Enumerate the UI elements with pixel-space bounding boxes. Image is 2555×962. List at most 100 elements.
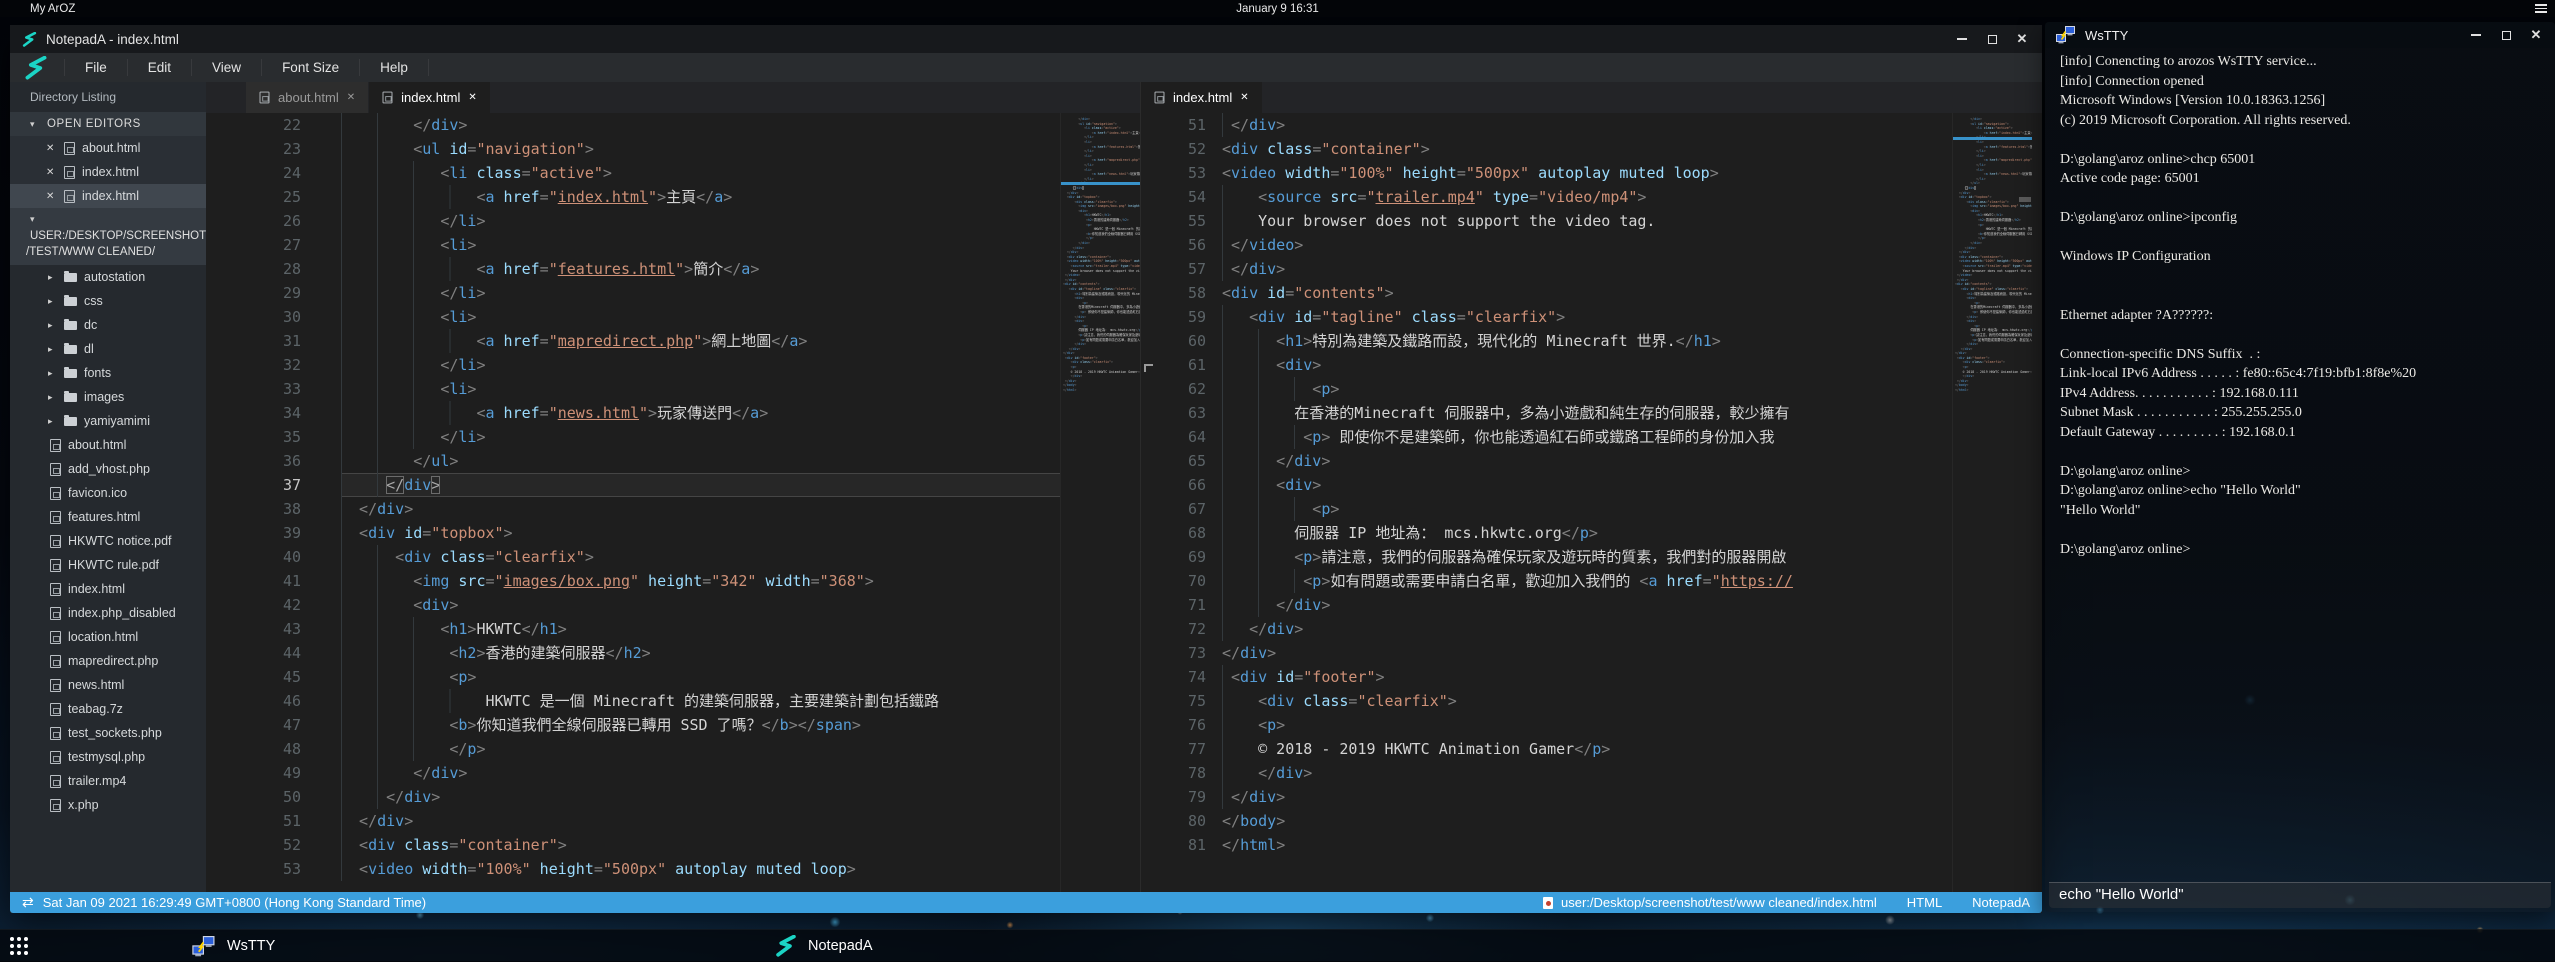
code-line[interactable]: <source src="trailer.mp4" type="video/mp… — [1222, 185, 2042, 209]
code-line[interactable]: </li> — [341, 209, 1140, 233]
code-line[interactable]: <h1>HKWTC</h1> — [341, 617, 1140, 641]
menu-font-size[interactable]: Font Size — [262, 59, 360, 76]
file-item[interactable]: favicon.ico — [10, 481, 206, 505]
code-editor[interactable]: </div><ul id="navigation"><li class="act… — [341, 113, 1140, 892]
minimize-button[interactable] — [2468, 27, 2484, 43]
hamburger-menu-icon[interactable] — [2535, 4, 2547, 15]
code-line[interactable]: </div> — [1222, 449, 2042, 473]
open-editors-section-header[interactable]: ▾ OPEN EDITORS — [10, 112, 206, 136]
open-editor-item[interactable]: ✕about.html — [10, 136, 206, 160]
code-line[interactable]: <a href="mapredirect.php">網上地圖</a> — [341, 329, 1140, 353]
file-item[interactable]: location.html — [10, 625, 206, 649]
editor-tab[interactable]: about.html✕ — [246, 82, 368, 113]
code-line[interactable]: </li> — [341, 353, 1140, 377]
code-line[interactable]: </body> — [1222, 809, 2042, 833]
code-line[interactable]: </div> — [341, 497, 1140, 521]
code-line[interactable]: <li> — [341, 377, 1140, 401]
code-line[interactable]: </p> — [341, 737, 1140, 761]
code-line[interactable]: </li> — [341, 281, 1140, 305]
code-line[interactable]: <b>你知道我們全線伺服器已轉用 SSD 了嗎？</b></span> — [341, 713, 1140, 737]
code-line[interactable]: </li> — [341, 425, 1140, 449]
folder-item[interactable]: ▸images — [10, 385, 206, 409]
code-line[interactable]: <div class="clearfix"> — [1222, 689, 2042, 713]
code-line[interactable]: <p>如有問題或需要申請白名單，歡迎加入我們的 <a href="https:/… — [1222, 569, 2042, 593]
code-line[interactable]: <div id="footer"> — [1222, 665, 2042, 689]
code-line[interactable]: </div> — [1222, 257, 2042, 281]
code-line[interactable]: <div> — [1222, 353, 2042, 377]
code-line[interactable]: <li> — [341, 305, 1140, 329]
code-line[interactable]: <div class="clearfix"> — [341, 545, 1140, 569]
close-editor-icon[interactable]: ✕ — [46, 143, 57, 154]
code-line[interactable]: © 2018 - 2019 HKWTC Animation Gamer</p> — [1222, 737, 2042, 761]
editor-tab[interactable]: index.html✕ — [369, 82, 490, 113]
code-line[interactable]: <video width="100%" height="500px" autop… — [1222, 161, 2042, 185]
statusbar-language[interactable]: HTML — [1907, 895, 1942, 910]
code-line[interactable]: </ul> — [341, 449, 1140, 473]
folder-item[interactable]: ▸fonts — [10, 361, 206, 385]
code-line[interactable]: <div id="topbox"> — [341, 521, 1140, 545]
code-line[interactable]: <div class="container"> — [341, 833, 1140, 857]
code-line[interactable]: 伺服器 IP 地址為： mcs.hkwtc.org</p> — [1222, 521, 2042, 545]
code-line[interactable]: <p> — [1222, 497, 2042, 521]
file-item[interactable]: index.php_disabled — [10, 601, 206, 625]
code-line[interactable]: 在香港的Minecraft 伺服器中，多為小遊戲和純生存的伺服器，較少擁有 — [1222, 401, 2042, 425]
close-tab-icon[interactable]: ✕ — [1240, 92, 1248, 103]
file-item[interactable]: about.html — [10, 433, 206, 457]
folder-item[interactable]: ▸autostation — [10, 265, 206, 289]
code-line[interactable]: </video> — [1222, 233, 2042, 257]
open-editor-item[interactable]: ✕index.html — [10, 184, 206, 208]
editor-tab[interactable]: index.html✕ — [1141, 82, 1262, 113]
system-menu-label[interactable]: My ArOZ — [30, 3, 75, 15]
workspace-section-header[interactable]: ▾ USER:/DESKTOP/SCREENSHOT /TEST/WWW CLE… — [10, 208, 206, 265]
code-line[interactable]: </div> — [341, 785, 1140, 809]
code-line[interactable]: </div> — [341, 809, 1140, 833]
folder-item[interactable]: ▸yamiyamimi — [10, 409, 206, 433]
folder-item[interactable]: ▸dc — [10, 313, 206, 337]
menu-file[interactable]: File — [64, 59, 128, 76]
file-item[interactable]: HKWTC rule.pdf — [10, 553, 206, 577]
code-line[interactable]: <p> — [1222, 713, 2042, 737]
code-line[interactable]: </div> — [341, 113, 1140, 137]
code-line[interactable]: <div> — [1222, 473, 2042, 497]
code-line[interactable]: </div> — [1222, 113, 2042, 137]
code-line[interactable]: </div> — [1222, 785, 2042, 809]
file-item[interactable]: x.php — [10, 793, 206, 817]
vertical-scrollbar[interactable] — [2032, 113, 2042, 892]
code-line[interactable]: </div> — [1222, 617, 2042, 641]
close-tab-icon[interactable]: ✕ — [347, 92, 355, 103]
taskbar-item-wstty[interactable]: WsTTY — [192, 930, 275, 962]
code-line[interactable]: <div id="tagline" class="clearfix"> — [1222, 305, 2042, 329]
folder-item[interactable]: ▸css — [10, 289, 206, 313]
terminal-output[interactable]: [info] Conencting to arozos WsTTY servic… — [2060, 52, 2547, 870]
close-tab-icon[interactable]: ✕ — [468, 92, 476, 103]
file-item[interactable]: test_sockets.php — [10, 721, 206, 745]
code-line[interactable]: <p> 即使你不是建築師，你也能透過紅石師或鐵路工程師的身份加入我 — [1222, 425, 2042, 449]
close-button[interactable]: ✕ — [2014, 31, 2030, 47]
code-line[interactable]: <h1>特別為建築及鐵路而設，現代化的 Minecraft 世界.</h1> — [1222, 329, 2042, 353]
menu-edit[interactable]: Edit — [128, 59, 192, 76]
code-line[interactable]: <li class="active"> — [341, 161, 1140, 185]
open-editor-item[interactable]: ✕index.html — [10, 160, 206, 184]
close-button[interactable]: ✕ — [2528, 27, 2544, 43]
maximize-button[interactable] — [1984, 31, 2000, 47]
code-line[interactable]: <img src="images/box.png" height="342" w… — [341, 569, 1140, 593]
taskbar-item-notepada[interactable]: NotepadA — [775, 930, 873, 962]
minimap[interactable]: </div> <ul id="navigation"> <li class="a… — [1952, 113, 2032, 892]
close-editor-icon[interactable]: ✕ — [46, 191, 57, 202]
terminal-input[interactable]: echo "Hello World" — [2049, 882, 2551, 908]
file-item[interactable]: features.html — [10, 505, 206, 529]
file-item[interactable]: teabag.7z — [10, 697, 206, 721]
code-line[interactable]: Your browser does not support the video … — [1222, 209, 2042, 233]
maximize-button[interactable] — [2498, 27, 2514, 43]
wstty-titlebar[interactable]: WsTTY ✕ — [2045, 22, 2555, 48]
file-item[interactable]: trailer.mp4 — [10, 769, 206, 793]
code-line[interactable]: <video width="100%" height="500px" autop… — [341, 857, 1140, 881]
code-line[interactable]: <ul id="navigation"> — [341, 137, 1140, 161]
code-line[interactable]: <li> — [341, 233, 1140, 257]
code-line[interactable]: <div id="contents"> — [1222, 281, 2042, 305]
code-line[interactable]: </div> — [341, 761, 1140, 785]
file-item[interactable]: HKWTC notice.pdf — [10, 529, 206, 553]
file-item[interactable]: news.html — [10, 673, 206, 697]
code-line[interactable]: <a href="features.html">簡介</a> — [341, 257, 1140, 281]
file-item[interactable]: mapredirect.php — [10, 649, 206, 673]
